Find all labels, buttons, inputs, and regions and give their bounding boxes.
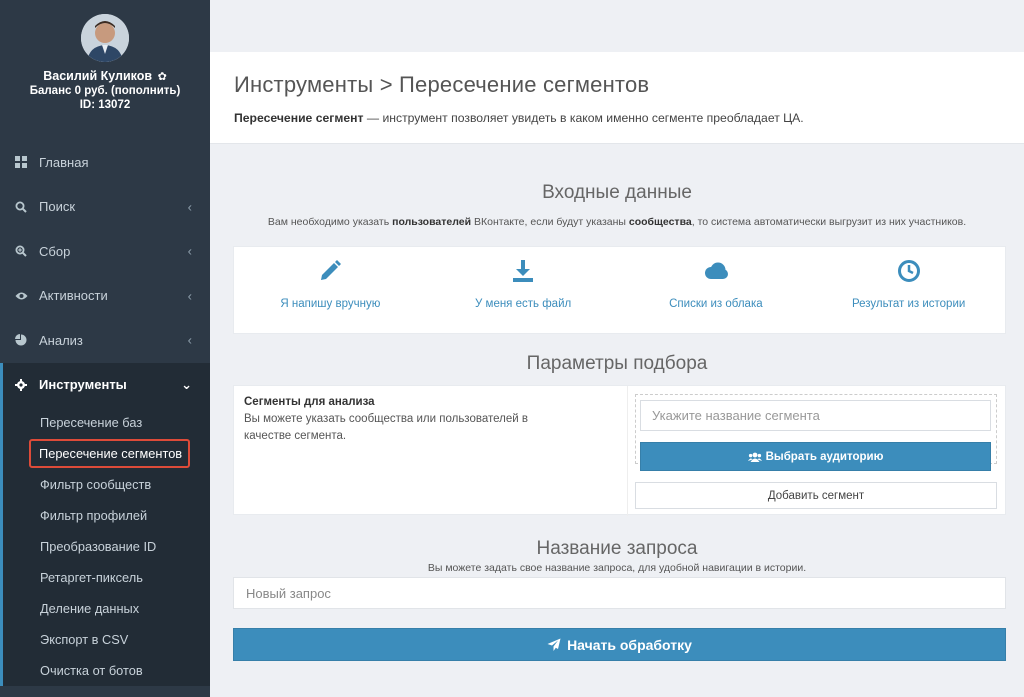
page-header: Инструменты > Пересечение сегментов Пере…	[210, 52, 1024, 144]
users-icon	[747, 452, 762, 462]
segments-panel: Сегменты для анализа Вы можете указать с…	[233, 385, 1006, 516]
search-icon	[14, 200, 28, 214]
pencil-icon	[318, 258, 342, 284]
source-label: Списки из облака	[669, 298, 763, 310]
cloud-icon	[703, 258, 729, 284]
source-label: У меня есть файл	[475, 298, 572, 310]
menu-label: Активности	[39, 288, 108, 304]
segments-description: Вы можете указать сообщества или пользов…	[244, 413, 528, 442]
start-processing-button[interactable]: Начать обработку	[233, 628, 1006, 661]
submenu-item-bot-cleanup[interactable]: Очистка от ботов	[3, 655, 210, 686]
submenu-item-retarget-pixel[interactable]: Ретаргет-пиксель	[3, 562, 210, 593]
source-cloud[interactable]: Списки из облака	[620, 247, 813, 333]
chevron-left-icon: ‹	[187, 243, 192, 259]
source-file[interactable]: У меня есть файл	[427, 247, 620, 333]
dashboard-icon	[14, 155, 28, 169]
choose-audience-button[interactable]: Выбрать аудиторию	[640, 442, 991, 471]
input-section-title: Входные данные	[542, 182, 692, 203]
params-section-title: Параметры подбора	[526, 353, 708, 374]
settings-gear-icon[interactable]: ✿	[158, 71, 167, 83]
submenu-item-community-filter[interactable]: Фильтр сообществ	[3, 469, 210, 500]
menu-label: Анализ	[39, 332, 83, 348]
gear-icon	[14, 378, 28, 392]
page-title: Инструменты > Пересечение сегментов	[234, 72, 650, 97]
paper-plane-icon	[547, 638, 561, 652]
input-sources-panel: Я напишу вручную У меня есть файл Списки…	[233, 246, 1006, 334]
tools-submenu: Пересечение баз Пересечение сегментов Фи…	[0, 407, 210, 686]
menu-label: Поиск	[39, 199, 76, 215]
avatar[interactable]	[81, 14, 129, 62]
menu-label: Сбор	[39, 243, 71, 259]
pie-chart-icon	[14, 333, 28, 347]
menu-item-home[interactable]: Главная	[0, 140, 210, 185]
user-id: ID: 13072	[79, 99, 131, 111]
sidebar: Василий Куликов ✿ Баланс 0 руб. (пополни…	[0, 0, 210, 697]
menu-item-analysis[interactable]: Анализ ‹	[0, 318, 210, 363]
zoom-icon	[14, 244, 28, 258]
query-section-note: Вы можете задать свое название запроса, …	[427, 562, 807, 574]
chevron-left-icon: ‹	[187, 332, 192, 348]
divider	[627, 386, 628, 516]
clock-icon	[897, 258, 921, 284]
query-name-input[interactable]: Новый запрос	[233, 577, 1006, 609]
input-section-note: Вам необходимо указать пользователей ВКо…	[267, 216, 967, 228]
submenu-item-data-split[interactable]: Деление данных	[3, 593, 210, 624]
segments-title: Сегменты для анализа	[244, 396, 375, 408]
menu-item-activity[interactable]: Активности ‹	[0, 274, 210, 319]
menu-label: Инструменты	[39, 377, 127, 393]
main-content: Инструменты > Пересечение сегментов Пере…	[210, 0, 1024, 697]
submenu-item-id-conversion[interactable]: Преобразование ID	[3, 531, 210, 562]
source-label: Я напишу вручную	[280, 298, 381, 310]
submenu-item-profile-filter[interactable]: Фильтр профилей	[3, 500, 210, 531]
chevron-left-icon: ‹	[187, 199, 192, 215]
page-description: Пересечение сегмент — инструмент позволя…	[234, 111, 804, 125]
eye-icon	[14, 289, 28, 303]
submenu-item-base-intersection[interactable]: Пересечение баз	[3, 407, 210, 438]
menu-item-tools[interactable]: Инструменты ⌄	[0, 362, 210, 407]
source-manual[interactable]: Я напишу вручную	[234, 247, 427, 333]
segment-name-input[interactable]: Укажите название сегмента	[640, 400, 991, 431]
menu-item-search[interactable]: Поиск ‹	[0, 185, 210, 230]
chevron-left-icon: ‹	[187, 288, 192, 304]
menu-label: Главная	[39, 154, 89, 170]
chevron-down-icon: ⌄	[181, 376, 192, 392]
top-bar	[210, 0, 1024, 52]
user-profile: Василий Куликов ✿ Баланс 0 руб. (пополни…	[0, 0, 210, 140]
source-history[interactable]: Результат из истории	[812, 247, 1005, 333]
user-name: Василий Куликов	[43, 69, 153, 83]
query-section-title: Название запроса	[536, 538, 698, 559]
submenu-item-csv-export[interactable]: Экспорт в CSV	[3, 624, 210, 655]
menu-item-collect[interactable]: Сбор ‹	[0, 229, 210, 274]
balance-text[interactable]: Баланс 0 руб. (пополнить)	[0, 85, 210, 97]
source-label: Результат из истории	[851, 298, 966, 310]
add-segment-button[interactable]: Добавить сегмент	[635, 482, 997, 509]
main-menu: Главная Поиск ‹ Сбор ‹ Активности ‹ Анал…	[0, 140, 210, 407]
submenu-item-segment-intersection[interactable]: Пересечение сегментов	[3, 438, 210, 469]
download-icon	[511, 258, 535, 284]
